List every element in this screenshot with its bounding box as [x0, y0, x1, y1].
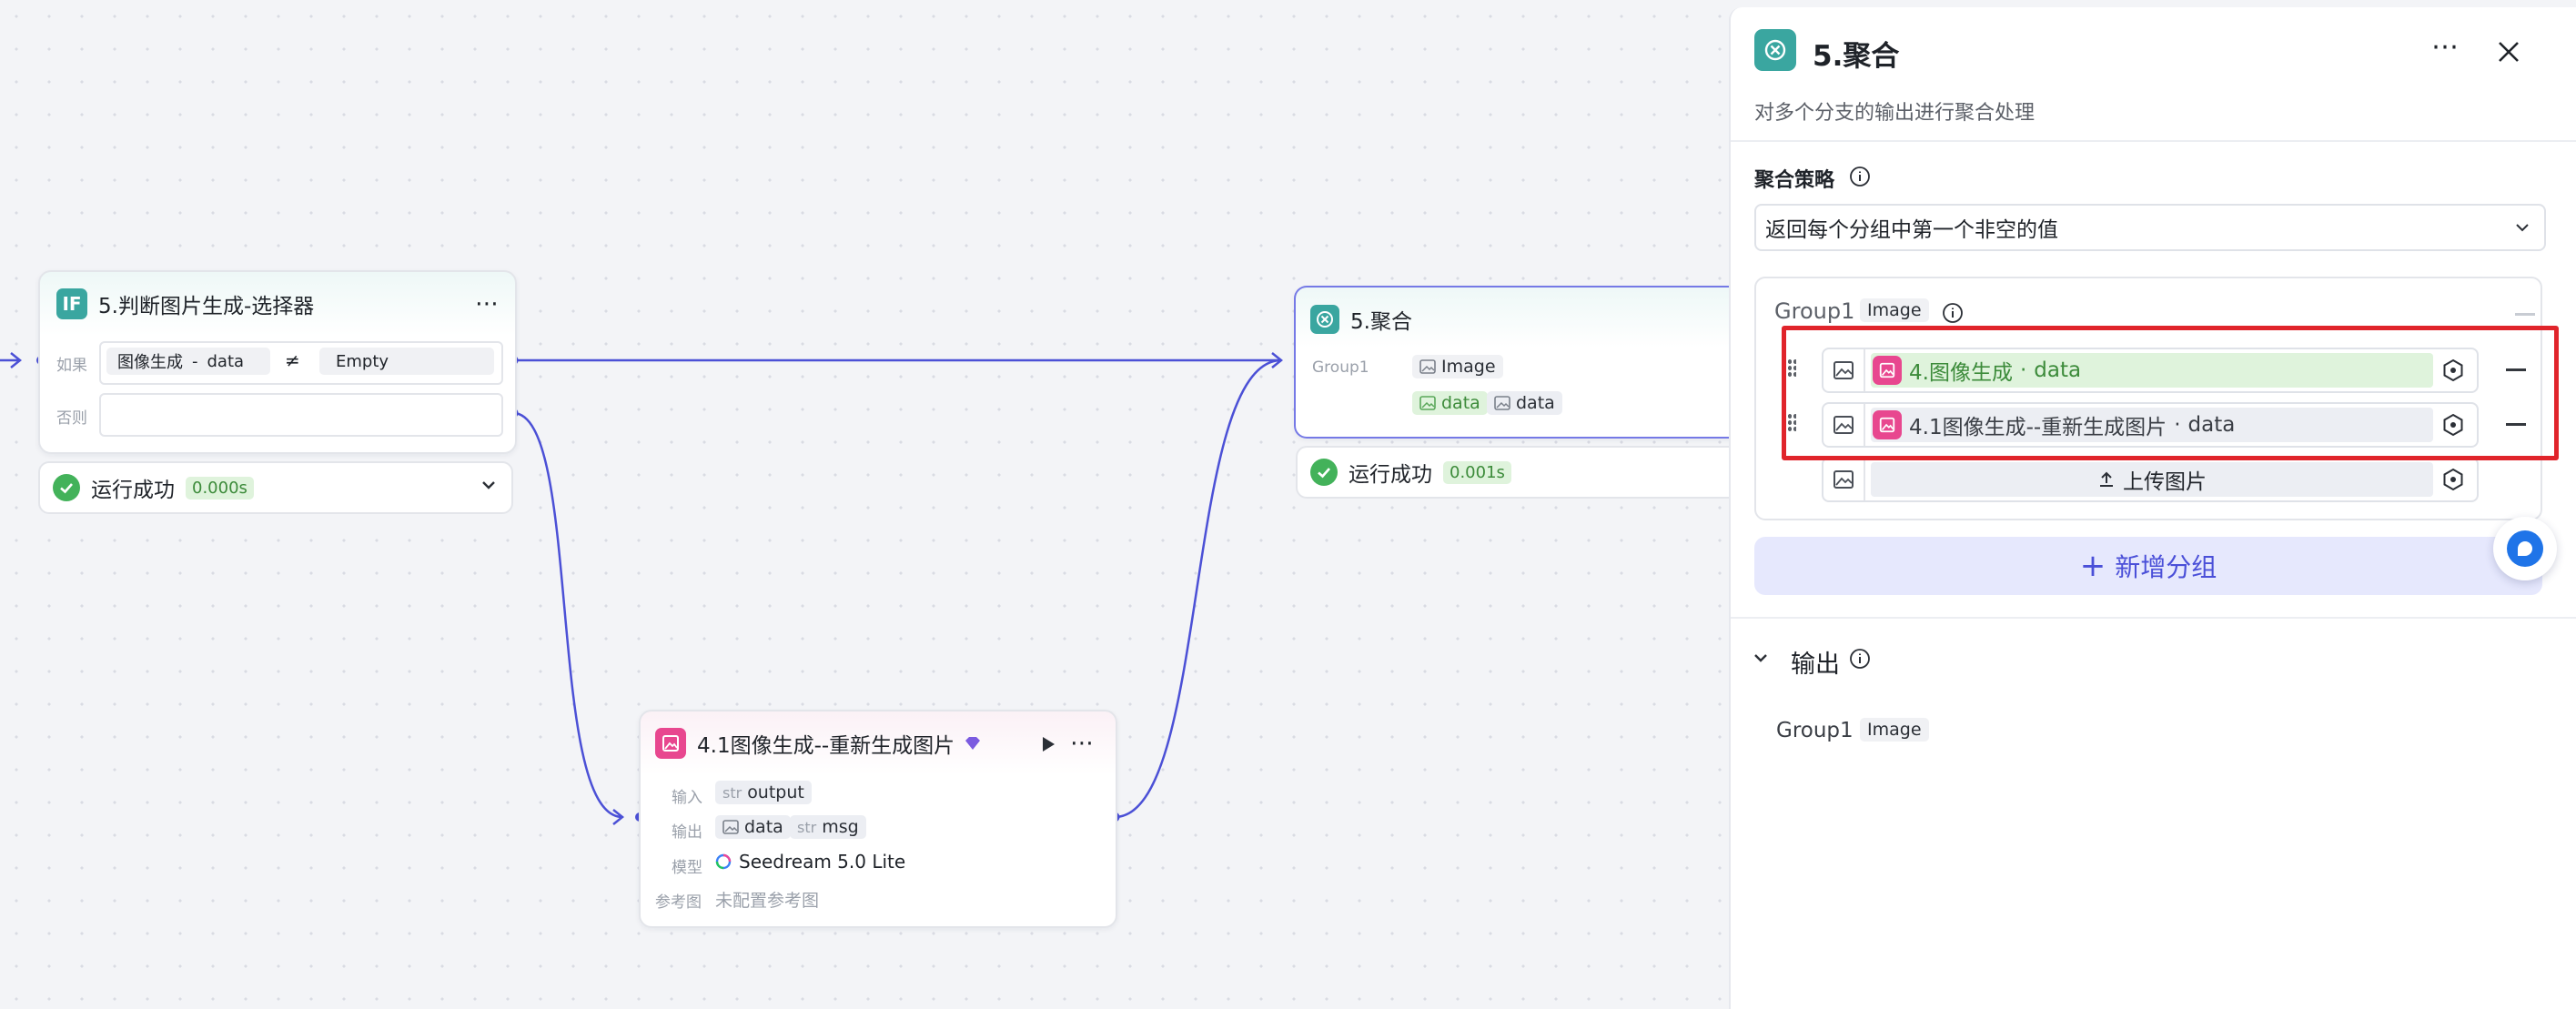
if-node-status[interactable]: 运行成功 0.000s	[38, 461, 513, 514]
condition-right[interactable]: Empty	[319, 348, 494, 375]
variable-picker-icon[interactable]	[2440, 467, 2466, 492]
chevron-down-icon[interactable]	[1751, 648, 1771, 668]
condition-row[interactable]: 图像生成 - data ≠ Empty	[99, 341, 503, 385]
run-play-icon[interactable]	[1039, 735, 1057, 753]
else-label: 否则	[56, 409, 87, 428]
strategy-select[interactable]: 返回每个分组中第一个非空的值	[1754, 204, 2546, 251]
group-var-2: data	[1487, 391, 1562, 415]
panel-description: 对多个分支的输出进行聚合处理	[1754, 102, 2036, 125]
status-text: 运行成功	[1349, 463, 1432, 487]
condition-left-var: data	[207, 351, 245, 371]
status-time: 0.000s	[186, 476, 254, 499]
strategy-value: 返回每个分组中第一个非空的值	[1765, 218, 2058, 242]
if-node-title: 5.判断图片生成-选择器	[98, 295, 315, 318]
output-label: 输出	[672, 823, 702, 842]
if-selector-node[interactable]: IF 5.判断图片生成-选择器 ⋯ 如果 图像生成 - data ≠ Empty…	[38, 270, 517, 454]
image-icon	[1419, 359, 1436, 374]
condition-right-value: Empty	[336, 351, 389, 371]
input-label: 输入	[672, 789, 702, 807]
status-time: 0.001s	[1443, 460, 1511, 484]
chevron-down-icon[interactable]	[479, 475, 499, 500]
image-icon	[1419, 396, 1436, 410]
aggregate-node-status[interactable]: 运行成功 0.001s	[1296, 446, 1769, 499]
add-group-button[interactable]: + 新增分组	[1754, 537, 2542, 595]
aggregate-node-title: 5.聚合	[1350, 310, 1412, 334]
model-label: 模型	[672, 859, 702, 877]
strategy-label: 聚合策略	[1754, 169, 1835, 192]
status-text: 运行成功	[91, 479, 175, 502]
panel-more-icon[interactable]: ⋯	[2431, 31, 2459, 63]
group-type-tag: Image	[1412, 355, 1503, 378]
output-var-data: data	[715, 815, 791, 839]
seedream-logo-icon	[715, 853, 732, 870]
upload-icon	[2100, 471, 2113, 487]
success-check-icon	[53, 474, 80, 501]
output-var-msg: str msg	[790, 815, 866, 839]
image-icon	[722, 820, 739, 834]
chat-bubble-icon	[2507, 530, 2543, 567]
diamond-icon	[965, 737, 981, 750]
image-generation-title: 4.1图像生成--重新生成图片	[697, 734, 955, 758]
highlight-box	[1782, 326, 2559, 460]
chat-assistant-button[interactable]	[2493, 517, 2557, 580]
group-name: Group1	[1774, 298, 1855, 324]
aggregate-node[interactable]: 5.聚合 Group1 Image data data	[1294, 286, 1769, 439]
not-equal-operator[interactable]: ≠	[285, 349, 300, 371]
reference-value: 未配置参考图	[715, 891, 820, 911]
image-generation-node[interactable]: 4.1图像生成--重新生成图片 ⋯ 输入 str output 输出 data …	[639, 710, 1117, 928]
if-label: 如果	[56, 357, 87, 375]
condition-left-source: 图像生成	[117, 353, 183, 372]
remove-group-icon[interactable]	[2515, 313, 2535, 316]
success-check-icon	[1310, 459, 1338, 486]
image-generation-icon	[655, 728, 686, 759]
info-icon[interactable]	[1849, 166, 1871, 187]
info-icon[interactable]	[1849, 648, 1871, 670]
image-type-icon	[1823, 459, 1865, 500]
input-var: str output	[715, 781, 812, 804]
output-group-name: Group1	[1776, 719, 1854, 742]
more-icon[interactable]: ⋯	[1070, 730, 1094, 757]
panel-title: 5.聚合	[1813, 40, 1900, 73]
reference-label: 参考图	[655, 893, 702, 912]
aggregate-settings-panel: 5.聚合 ⋯ 对多个分支的输出进行聚合处理 聚合策略 返回每个分组中第一个非空的…	[1729, 7, 2576, 1009]
output-group-type: Image	[1860, 718, 1929, 742]
close-icon[interactable]	[2497, 40, 2520, 64]
condition-left[interactable]: 图像生成 - data	[106, 348, 270, 375]
if-node-icon: IF	[56, 288, 87, 319]
model-value: Seedream 5.0 Lite	[715, 851, 905, 873]
aggregate-icon	[1310, 305, 1339, 334]
group-type-tag: Image	[1860, 298, 1929, 322]
plus-icon: +	[2079, 548, 2106, 584]
else-row[interactable]	[99, 393, 503, 437]
group-label: Group1	[1312, 358, 1369, 377]
image-icon	[1494, 396, 1510, 410]
chevron-down-icon	[2516, 224, 2529, 232]
upload-row[interactable]: 上传图片	[1822, 457, 2479, 502]
more-icon[interactable]: ⋯	[475, 290, 500, 318]
upload-image-button[interactable]: 上传图片	[1871, 462, 2433, 497]
condition-left-sep: -	[192, 351, 198, 371]
info-icon[interactable]	[1942, 302, 1964, 324]
aggregate-icon	[1754, 29, 1796, 71]
group-var-1: data	[1412, 391, 1488, 415]
output-section-title: 输出	[1791, 651, 1840, 679]
